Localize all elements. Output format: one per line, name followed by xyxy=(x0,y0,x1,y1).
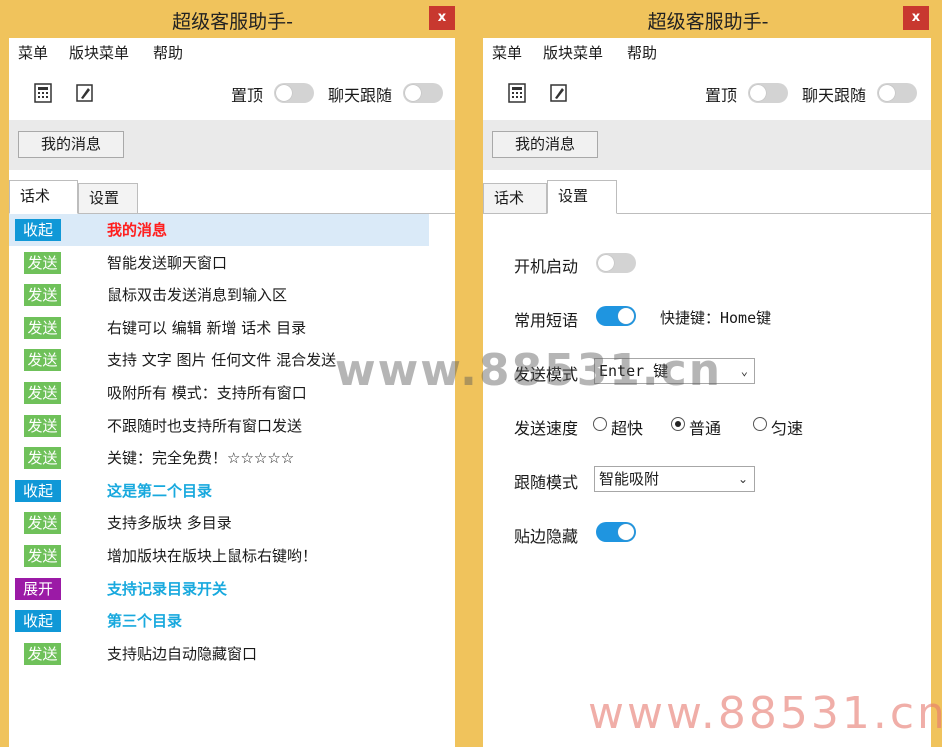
tab-scripts[interactable]: 话术 xyxy=(9,180,78,214)
watermark: www.88531.cn xyxy=(588,688,942,739)
script-text: 支持贴边自动隐藏窗口 xyxy=(107,644,258,663)
send-button[interactable]: 发送 xyxy=(24,447,61,470)
edit-icon[interactable] xyxy=(76,83,94,103)
speed-radio-normal[interactable] xyxy=(671,417,685,431)
send-button[interactable]: 发送 xyxy=(24,512,61,535)
menu-item-block-menu[interactable]: 版块菜单 xyxy=(69,42,129,63)
toolbar: 置顶 聊天跟随 xyxy=(9,66,455,120)
my-messages-button[interactable]: 我的消息 xyxy=(492,131,598,158)
send-button[interactable]: 发送 xyxy=(24,316,61,339)
window-title: 超级客服助手- xyxy=(647,11,769,33)
edge-hide-label: 贴边隐藏 xyxy=(514,527,579,546)
title-bar[interactable]: 超级客服助手- x xyxy=(0,0,465,38)
tab-settings[interactable]: 设置 xyxy=(547,180,617,214)
speed-option-normal: 普通 xyxy=(689,419,722,438)
list-item[interactable]: 展开 支持记录目录开关 xyxy=(9,573,429,605)
watermark: www.88531.cn xyxy=(335,345,723,396)
script-text: 关键：完全免费！☆☆☆☆☆ xyxy=(107,449,295,468)
common-phrases-label: 常用短语 xyxy=(514,311,579,330)
follow-mode-label: 跟随模式 xyxy=(514,473,579,492)
pin-toggle[interactable] xyxy=(274,83,314,103)
my-messages-button[interactable]: 我的消息 xyxy=(18,131,124,158)
edit-icon[interactable] xyxy=(550,83,568,103)
list-item[interactable]: 发送 支持贴边自动隐藏窗口 xyxy=(9,638,429,670)
send-button[interactable]: 发送 xyxy=(24,251,61,274)
chat-follow-toggle[interactable] xyxy=(877,83,917,103)
list-item[interactable]: 发送 不跟随时也支持所有窗口发送 xyxy=(9,410,429,442)
list-item[interactable]: 发送 关键：完全免费！☆☆☆☆☆ xyxy=(9,442,429,474)
script-text: 吸附所有 模式：支持所有窗口 xyxy=(107,384,307,402)
window-title: 超级客服助手- xyxy=(172,11,293,33)
list-item[interactable]: 收起 这是第二个目录 xyxy=(9,475,429,507)
list-item[interactable]: 发送 鼠标双击发送消息到输入区 xyxy=(9,279,429,311)
menu-item-block-menu[interactable]: 版块菜单 xyxy=(543,42,603,63)
send-button[interactable]: 发送 xyxy=(24,414,61,437)
speed-option-uniform: 匀速 xyxy=(771,419,804,438)
menu-bar: 菜单 版块菜单 帮助 xyxy=(9,38,455,66)
tab-scripts[interactable]: 话术 xyxy=(483,183,547,214)
title-bar[interactable]: 超级客服助手- x xyxy=(474,0,942,38)
chevron-down-icon: ⌄ xyxy=(740,364,748,378)
expand-button[interactable]: 展开 xyxy=(15,577,61,600)
menu-item-help[interactable]: 帮助 xyxy=(153,42,183,63)
tab-strip: 话术 设置 xyxy=(483,170,931,214)
menu-item-menu[interactable]: 菜单 xyxy=(492,42,522,63)
list-item[interactable]: 发送 支持多版块 多目录 xyxy=(9,507,429,539)
folder-title: 支持记录目录开关 xyxy=(107,579,228,598)
folder-title: 第三个目录 xyxy=(107,612,183,631)
chevron-down-icon: ⌄ xyxy=(737,472,748,486)
menu-item-menu[interactable]: 菜单 xyxy=(18,42,48,63)
follow-mode-select[interactable]: 智能吸附 ⌄ xyxy=(594,466,755,492)
script-text: 智能发送聊天窗口 xyxy=(107,253,228,272)
list-item[interactable]: 发送 增加版块在版块上鼠标右键哟！ xyxy=(9,540,429,572)
collapse-button[interactable]: 收起 xyxy=(15,610,61,633)
close-button[interactable]: x xyxy=(429,6,455,30)
toolbar: 置顶 聊天跟随 xyxy=(483,66,931,120)
message-bar: 我的消息 xyxy=(9,120,455,170)
script-text: 增加版块在版块上鼠标右键哟！ xyxy=(107,547,318,565)
close-button[interactable]: x xyxy=(903,6,929,30)
tab-settings[interactable]: 设置 xyxy=(78,183,138,214)
send-button[interactable]: 发送 xyxy=(24,349,61,372)
script-text: 支持 文字 图片 任何文件 混合发送 xyxy=(107,351,337,370)
edge-hide-toggle[interactable] xyxy=(596,522,636,542)
chat-follow-label: 聊天跟随 xyxy=(802,86,867,105)
calculator-icon[interactable] xyxy=(508,83,526,103)
chat-follow-label: 聊天跟随 xyxy=(328,86,393,105)
collapse-button[interactable]: 收起 xyxy=(15,219,61,241)
list-item[interactable]: 发送 智能发送聊天窗口 xyxy=(9,247,429,279)
collapse-button[interactable]: 收起 xyxy=(15,479,61,502)
pin-label: 置顶 xyxy=(231,86,264,105)
send-button[interactable]: 发送 xyxy=(24,642,61,665)
startup-toggle[interactable] xyxy=(596,253,636,273)
script-text: 支持多版块 多目录 xyxy=(107,514,232,533)
speed-radio-uniform[interactable] xyxy=(753,417,767,431)
list-item[interactable]: 收起 我的消息 xyxy=(9,214,429,246)
speed-radio-super-fast[interactable] xyxy=(593,417,607,431)
menu-bar: 菜单 版块菜单 帮助 xyxy=(483,38,931,66)
pin-toggle[interactable] xyxy=(748,83,788,103)
common-phrases-toggle[interactable] xyxy=(596,306,636,326)
list-item[interactable]: 发送 右键可以 编辑 新增 话术 目录 xyxy=(9,312,429,344)
send-button[interactable]: 发送 xyxy=(24,284,61,307)
message-bar: 我的消息 xyxy=(483,120,931,170)
calculator-icon[interactable] xyxy=(34,83,52,103)
folder-title: 我的消息 xyxy=(107,221,168,239)
hotkey-text: 快捷键：Home键 xyxy=(660,309,772,327)
send-button[interactable]: 发送 xyxy=(24,545,61,567)
tab-strip: 话术 设置 xyxy=(9,170,455,214)
send-speed-label: 发送速度 xyxy=(514,419,579,438)
script-text: 右键可以 编辑 新增 话术 目录 xyxy=(107,318,307,337)
follow-mode-value: 智能吸附 xyxy=(599,470,660,488)
script-text: 不跟随时也支持所有窗口发送 xyxy=(107,416,303,435)
send-button[interactable]: 发送 xyxy=(24,382,61,404)
menu-item-help[interactable]: 帮助 xyxy=(627,42,657,63)
folder-title: 这是第二个目录 xyxy=(107,481,213,500)
pin-label: 置顶 xyxy=(705,86,738,105)
startup-label: 开机启动 xyxy=(514,257,579,276)
speed-option-super-fast: 超快 xyxy=(611,419,644,438)
list-item[interactable]: 收起 第三个目录 xyxy=(9,605,429,637)
script-text: 鼠标双击发送消息到输入区 xyxy=(107,286,288,305)
chat-follow-toggle[interactable] xyxy=(403,83,443,103)
